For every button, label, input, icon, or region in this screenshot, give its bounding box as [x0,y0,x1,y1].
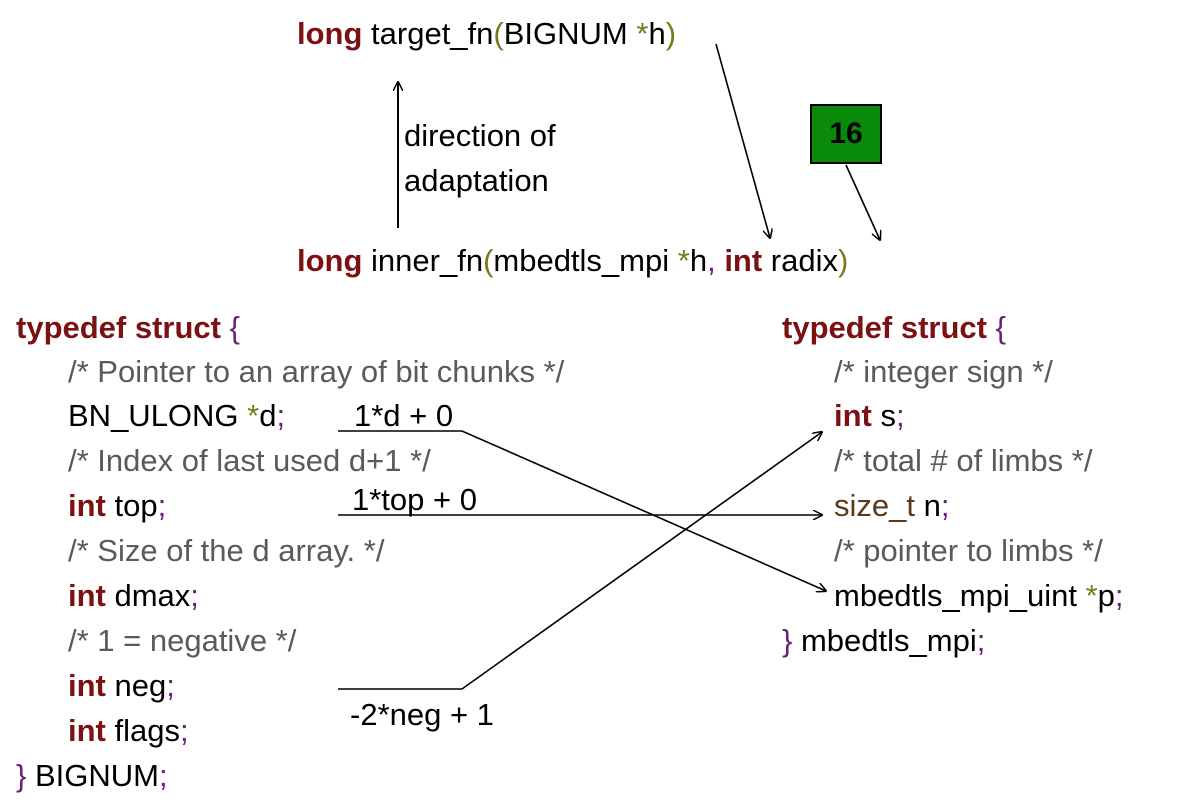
param-h-arrow [715,43,770,238]
arrows-layer [338,43,1195,690]
mapping-arrow-neg-to-s [338,432,822,690]
mapping-arrow-d-to-p [338,430,826,591]
radix-arrow [845,164,880,240]
